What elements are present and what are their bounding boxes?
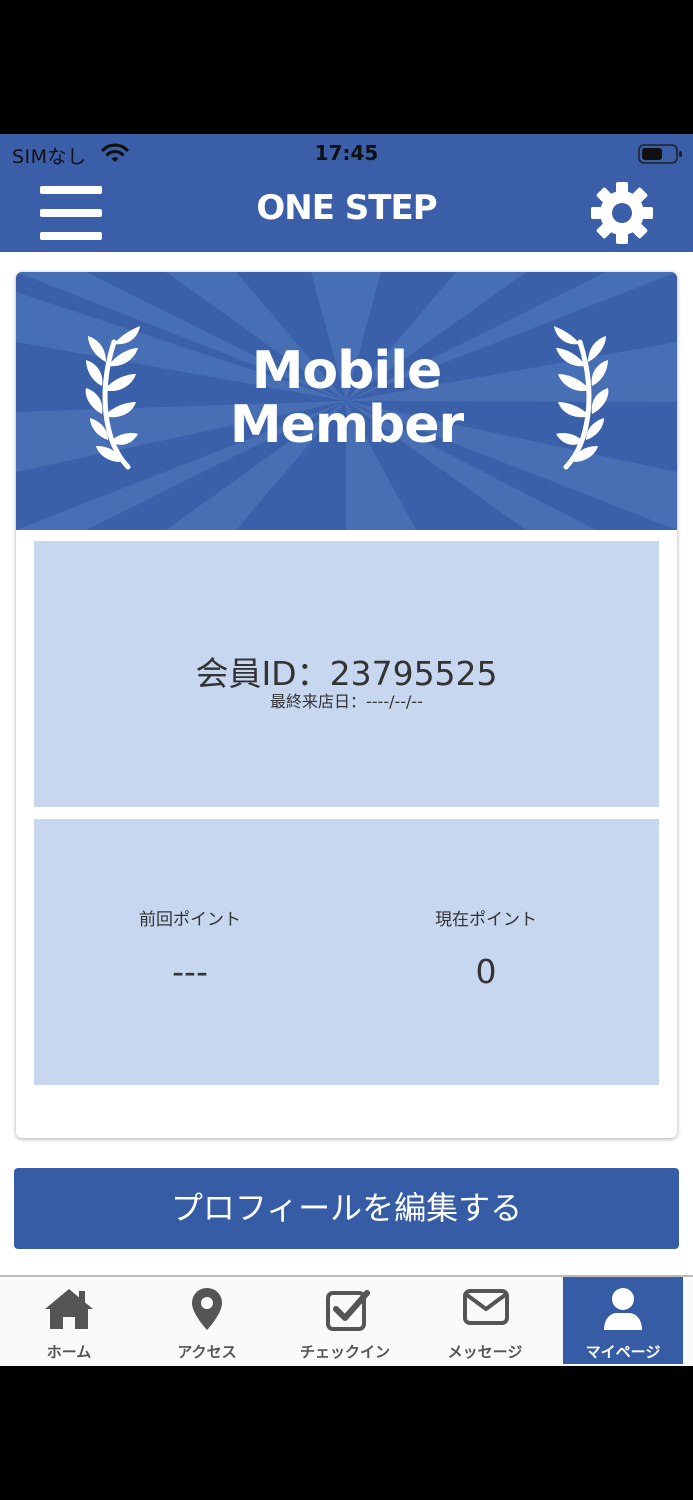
battery-icon bbox=[638, 144, 684, 168]
checkbox-icon bbox=[326, 1290, 370, 1331]
navigation-bar: ONE STEP bbox=[0, 172, 693, 252]
previous-points: 前回ポイント --- bbox=[34, 905, 346, 991]
user-icon bbox=[604, 1288, 642, 1330]
current-points: 現在ポイント 0 bbox=[330, 905, 642, 991]
envelope-icon bbox=[463, 1289, 509, 1325]
current-points-value: 0 bbox=[475, 952, 497, 991]
status-time: 17:45 bbox=[314, 141, 379, 165]
current-points-label: 現在ポイント bbox=[435, 910, 537, 930]
points-panel: 前回ポイント --- 現在ポイント 0 bbox=[34, 819, 659, 1085]
tab-mypage-label: マイページ bbox=[585, 1343, 661, 1361]
tab-checkin-label: チェックイン bbox=[299, 1343, 390, 1361]
previous-points-value: --- bbox=[172, 952, 208, 991]
member-id-panel: 会員ID：23795525 最終来店日：----/--/-- bbox=[34, 541, 659, 807]
app-screen: SIMなし 17:45 ONE STEP Mobile Member 会員ID：… bbox=[0, 134, 693, 1366]
settings-gear-icon[interactable] bbox=[589, 181, 655, 249]
member-banner: Mobile Member bbox=[16, 272, 677, 530]
member-card: Mobile Member 会員ID：23795525 最終来店日：----/-… bbox=[16, 272, 677, 1138]
tab-message-label: メッセージ bbox=[447, 1343, 523, 1361]
last-visit-date: 最終来店日：----/--/-- bbox=[270, 692, 423, 711]
tab-message[interactable]: メッセージ bbox=[425, 1277, 545, 1364]
tab-home[interactable]: ホーム bbox=[9, 1277, 129, 1364]
edit-profile-button[interactable]: プロフィールを編集する bbox=[14, 1168, 679, 1249]
tab-checkin[interactable]: チェックイン bbox=[285, 1277, 405, 1364]
map-pin-icon bbox=[192, 1288, 222, 1330]
home-icon bbox=[45, 1289, 93, 1329]
previous-points-label: 前回ポイント bbox=[139, 910, 241, 930]
laurel-right-icon bbox=[538, 322, 610, 476]
tab-bar: ホーム アクセス チェックイン メッセージ マイページ bbox=[0, 1275, 693, 1366]
tab-access[interactable]: アクセス bbox=[147, 1277, 267, 1364]
tab-home-label: ホーム bbox=[46, 1343, 92, 1361]
tab-mypage[interactable]: マイページ bbox=[563, 1277, 683, 1364]
tab-access-label: アクセス bbox=[177, 1343, 237, 1361]
status-bar: SIMなし 17:45 bbox=[0, 134, 693, 172]
